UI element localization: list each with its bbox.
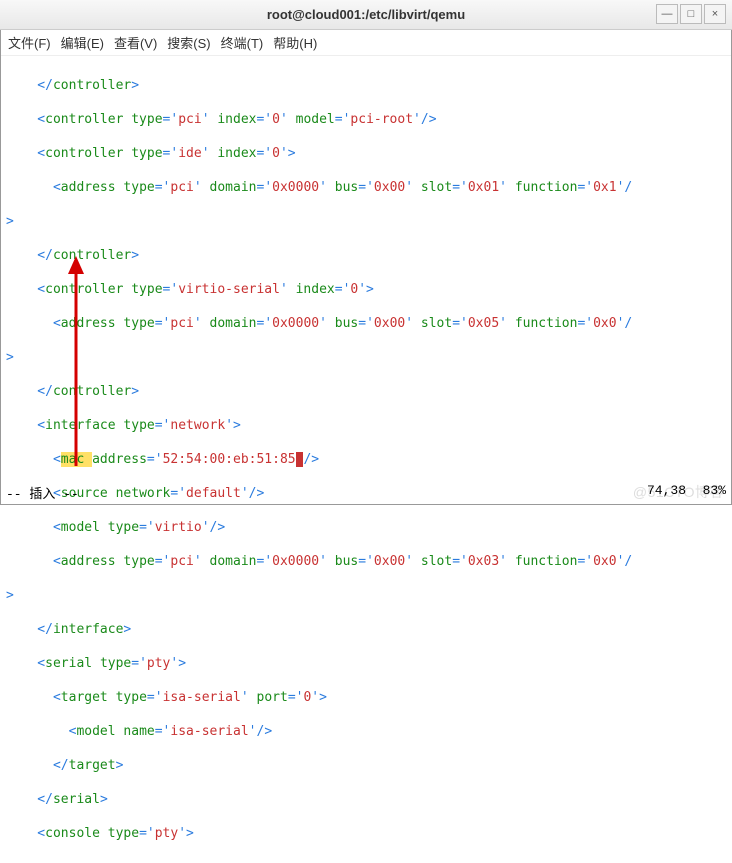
window-title: root@cloud001:/etc/libvirt/qemu <box>0 7 732 22</box>
xml-line: <model type='virtio'/> <box>6 519 726 536</box>
xml-line: <target type='isa-serial' port='0'> <box>6 689 726 706</box>
menubar: 文件(F) 编辑(E) 查看(V) 搜索(S) 终端(T) 帮助(H) <box>0 30 732 56</box>
xml-line: </controller> <box>6 77 726 94</box>
xml-line: <controller type='pci' index='0' model='… <box>6 111 726 128</box>
close-button[interactable]: × <box>704 4 726 24</box>
xml-line: </interface> <box>6 621 726 638</box>
vim-scroll-percent: 83% <box>703 483 726 498</box>
xml-line: > <box>6 349 726 366</box>
xml-line: <console type='pty'> <box>6 825 726 842</box>
menu-edit[interactable]: 编辑(E) <box>57 31 108 54</box>
xml-line: </controller> <box>6 383 726 400</box>
vim-mode: -- 插入 -- <box>6 487 79 502</box>
xml-line: <address type='pci' domain='0x0000' bus=… <box>6 179 726 196</box>
vim-status-line: -- 插入 -- 74,38 83% <box>6 483 726 502</box>
xml-line: > <box>6 587 726 604</box>
xml-line: </target> <box>6 757 726 774</box>
xml-line: </controller> <box>6 247 726 264</box>
menu-search[interactable]: 搜索(S) <box>163 31 214 54</box>
xml-line: <mac address='52:54:00:eb:51:85'/> <box>6 451 726 468</box>
xml-line: <address type='pci' domain='0x0000' bus=… <box>6 315 726 332</box>
xml-line: > <box>6 213 726 230</box>
titlebar: root@cloud001:/etc/libvirt/qemu — □ × <box>0 0 732 30</box>
menu-view[interactable]: 查看(V) <box>110 31 161 54</box>
xml-line: <controller type='virtio-serial' index='… <box>6 281 726 298</box>
xml-line: </serial> <box>6 791 726 808</box>
menu-help[interactable]: 帮助(H) <box>269 31 321 54</box>
menu-terminal[interactable]: 终端(T) <box>217 31 268 54</box>
xml-line: <model name='isa-serial'/> <box>6 723 726 740</box>
xml-line: <interface type='network'> <box>6 417 726 434</box>
xml-line: <address type='pci' domain='0x0000' bus=… <box>6 553 726 570</box>
terminal-content[interactable]: </controller> <controller type='pci' ind… <box>0 56 732 863</box>
window-controls: — □ × <box>656 4 726 24</box>
menu-file[interactable]: 文件(F) <box>4 31 55 54</box>
vim-cursor-position: 74,38 <box>647 483 686 498</box>
xml-line: <controller type='ide' index='0'> <box>6 145 726 162</box>
maximize-button[interactable]: □ <box>680 4 702 24</box>
minimize-button[interactable]: — <box>656 4 678 24</box>
xml-line: <serial type='pty'> <box>6 655 726 672</box>
